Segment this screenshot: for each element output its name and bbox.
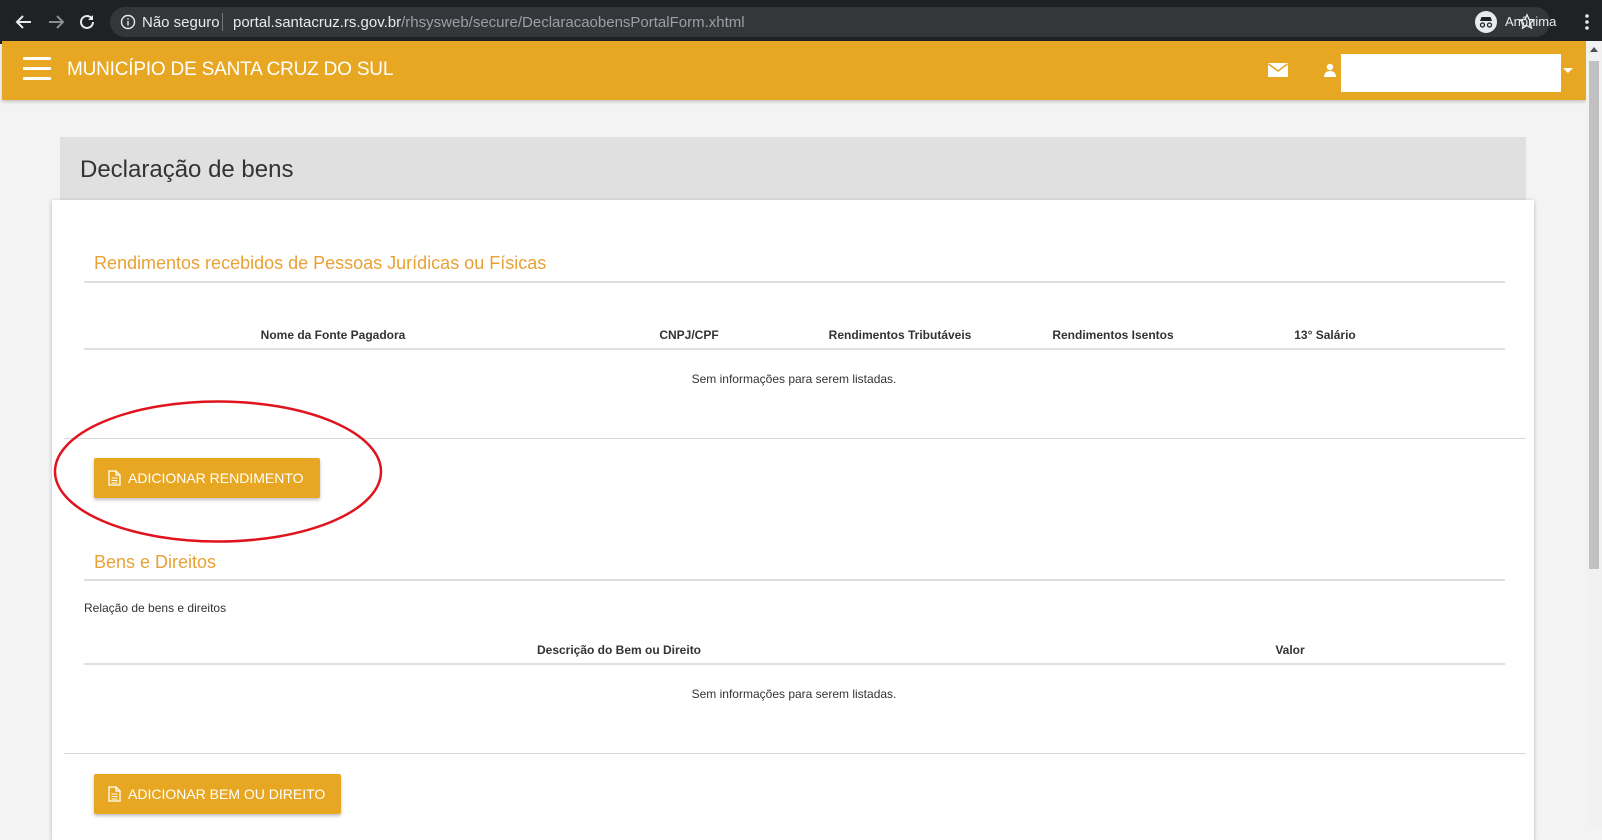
col-header-rend-tributaveis: Rendimentos Tributáveis [828,328,972,342]
col-header-fonte-pagadora: Nome da Fonte Pagadora [260,328,406,342]
table-footer-divider [64,438,1526,439]
page-header: Declaração de bens [60,137,1526,200]
browser-toolbar: Não seguro portal.santacruz.rs.gov.br/rh… [0,0,1602,44]
caret-down-icon[interactable] [1563,68,1573,73]
table-header-divider [84,663,1505,665]
address-bar[interactable]: Não seguro portal.santacruz.rs.gov.br/rh… [110,7,1550,37]
col-header-descricao: Descrição do Bem ou Direito [536,643,702,657]
section-divider [84,281,1505,283]
app-header: MUNICÍPIO DE SANTA CRUZ DO SUL [2,41,1586,100]
col-header-13-salario: 13° Salário [1294,328,1356,342]
user-icon [1324,63,1336,77]
security-status[interactable]: Não seguro [142,14,220,31]
user-menu[interactable] [1341,54,1561,92]
incognito-icon[interactable] [1474,10,1498,34]
scrollbar[interactable] [1586,41,1602,830]
back-icon[interactable] [14,12,34,32]
bens-section-title: Bens e Direitos [94,552,217,572]
reload-icon[interactable] [77,12,97,32]
kebab-menu-icon[interactable] [1582,12,1592,32]
address-divider [222,13,223,31]
mail-icon[interactable] [1268,62,1288,78]
section-divider [84,579,1505,581]
scrollbar-thumb[interactable] [1589,61,1599,569]
bens-empty-message: Sem informações para serem listadas. [691,687,897,701]
rendimentos-empty-message: Sem informações para serem listadas. [691,372,897,386]
document-icon [108,470,121,486]
rendimentos-section-title: Rendimentos recebidos de Pessoas Jurídic… [94,253,547,273]
app-title[interactable]: MUNICÍPIO DE SANTA CRUZ DO SUL [67,59,393,81]
form-card: Rendimentos recebidos de Pessoas Jurídic… [52,200,1534,840]
document-icon [108,786,121,802]
col-header-valor: Valor [1275,643,1305,657]
profile-label[interactable]: Anônima [1505,14,1556,29]
scroll-up-arrow-icon[interactable] [1590,47,1598,52]
adicionar-bem-label: ADICIONAR BEM OU DIREITO [128,786,326,802]
table-footer-divider [64,753,1526,754]
hamburger-menu-icon[interactable] [23,57,51,81]
adicionar-rendimento-button[interactable]: ADICIONAR RENDIMENTO [94,458,320,498]
forward-icon[interactable] [46,12,66,32]
adicionar-rendimento-label: ADICIONAR RENDIMENTO [128,470,304,486]
url-path: /rhsysweb/secure/DeclaracaobensPortalFor… [401,14,745,31]
url-host: portal.santacruz.rs.gov.br [233,14,402,31]
table-header-divider [84,348,1505,350]
info-icon[interactable] [120,14,136,30]
url-text[interactable]: portal.santacruz.rs.gov.br/rhsysweb/secu… [233,14,745,31]
col-header-cnpj-cpf: CNPJ/CPF [659,328,719,342]
page-title: Declaração de bens [80,156,294,183]
col-header-rend-isentos: Rendimentos Isentos [1052,328,1174,342]
bens-caption: Relação de bens e direitos [84,601,227,615]
adicionar-bem-button[interactable]: ADICIONAR BEM OU DIREITO [94,774,341,814]
